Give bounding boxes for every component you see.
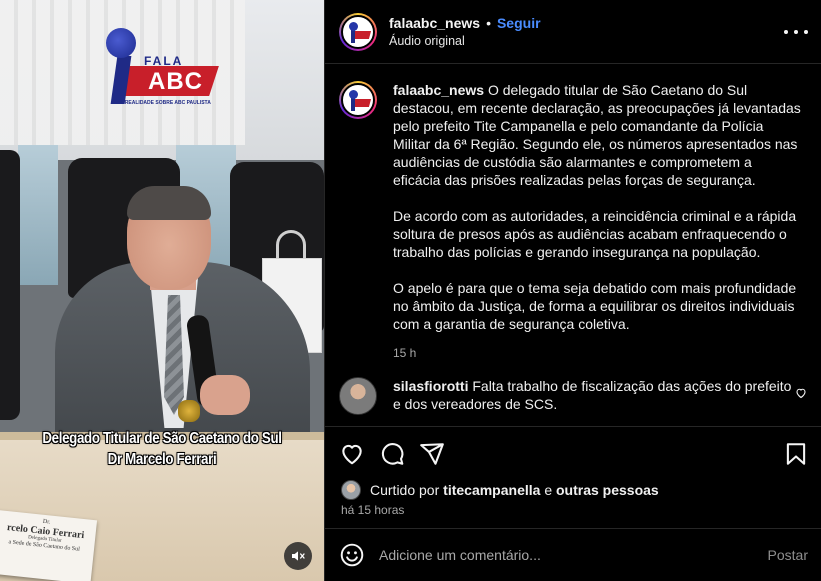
caption-paragraph: De acordo com as autoridades, a reincidê… bbox=[393, 208, 797, 260]
post-caption: falaabc_news O delegado titular de São C… bbox=[339, 81, 803, 362]
post-timestamp[interactable]: há 15 horas bbox=[341, 503, 404, 517]
share-icon[interactable] bbox=[419, 441, 445, 467]
comment-input[interactable] bbox=[379, 547, 768, 563]
logo-fala-text: FALA bbox=[144, 54, 184, 68]
logo-abc-text: ABC bbox=[148, 68, 203, 95]
comment-item: silasfiorotti Falta trabalho de fiscaliz… bbox=[339, 377, 819, 415]
caption-username[interactable]: falaabc_news bbox=[393, 82, 484, 98]
likes-summary: Curtido por titecampanella e outras pess… bbox=[341, 480, 659, 500]
video-caption: Delegado Titular de São Caetano do Sul D… bbox=[23, 428, 302, 471]
emoji-icon[interactable] bbox=[339, 542, 365, 568]
caption-time-ago: 15 h bbox=[393, 346, 417, 360]
action-bar bbox=[325, 426, 821, 478]
background-window bbox=[18, 145, 58, 285]
video-player[interactable]: FALA ABC A REALIDADE SOBRE ABC PAULISTA … bbox=[0, 0, 324, 581]
author-username[interactable]: falaabc_news bbox=[389, 15, 480, 31]
comments-scroll-area[interactable]: falaabc_news O delegado titular de São C… bbox=[325, 65, 821, 425]
post-header: falaabc_news • Seguir Áudio original bbox=[325, 0, 821, 64]
speaker-hand bbox=[200, 375, 250, 415]
caption-paragraph: O apelo é para que o tema seja debatido … bbox=[393, 280, 797, 332]
separator-dot: • bbox=[486, 15, 491, 31]
author-avatar[interactable] bbox=[339, 12, 377, 51]
likes-prefix: Curtido por bbox=[370, 482, 440, 498]
fala-abc-logo: FALA ABC A REALIDADE SOBRE ABC PAULISTA bbox=[100, 22, 219, 112]
add-comment-bar: Postar bbox=[325, 528, 821, 581]
caption-paragraph: falaabc_news O delegado titular de São C… bbox=[393, 81, 803, 189]
likes-others-link[interactable]: outras pessoas bbox=[556, 482, 659, 498]
caption-line-name: Dr Marcelo Ferrari bbox=[107, 451, 217, 469]
post-details-panel: falaabc_news • Seguir Áudio original fal… bbox=[324, 0, 821, 581]
office-chair bbox=[0, 150, 20, 420]
logo-tagline: A REALIDADE SOBRE ABC PAULISTA bbox=[120, 100, 211, 106]
heart-outline-icon[interactable] bbox=[795, 387, 807, 399]
mute-button[interactable] bbox=[284, 542, 312, 570]
commenter-avatar[interactable] bbox=[339, 377, 377, 415]
heart-icon[interactable] bbox=[339, 441, 365, 467]
post-modal: FALA ABC A REALIDADE SOBRE ABC PAULISTA … bbox=[0, 0, 821, 581]
nameplate: Dr. rcelo Caio Ferrari Delegado Titular … bbox=[0, 509, 98, 581]
likes-joiner: e bbox=[544, 482, 553, 498]
follow-button[interactable]: Seguir bbox=[497, 15, 541, 31]
caption-author-avatar[interactable] bbox=[339, 81, 377, 119]
commenter-username[interactable]: silasfiorotti bbox=[393, 378, 468, 394]
liker-avatar[interactable] bbox=[341, 480, 361, 500]
audio-source-link[interactable]: Áudio original bbox=[389, 34, 541, 48]
bookmark-icon[interactable] bbox=[783, 441, 809, 467]
caption-line-title: Delegado Titular de São Caetano do Sul bbox=[42, 430, 282, 447]
post-comment-button[interactable]: Postar bbox=[768, 547, 808, 563]
speaker-hair bbox=[127, 186, 211, 220]
comment-icon[interactable] bbox=[379, 441, 405, 467]
police-badge bbox=[178, 400, 200, 422]
more-dots-icon[interactable] bbox=[784, 22, 808, 42]
speaker-muted-icon bbox=[292, 551, 305, 561]
liker-username[interactable]: titecampanella bbox=[443, 482, 540, 498]
